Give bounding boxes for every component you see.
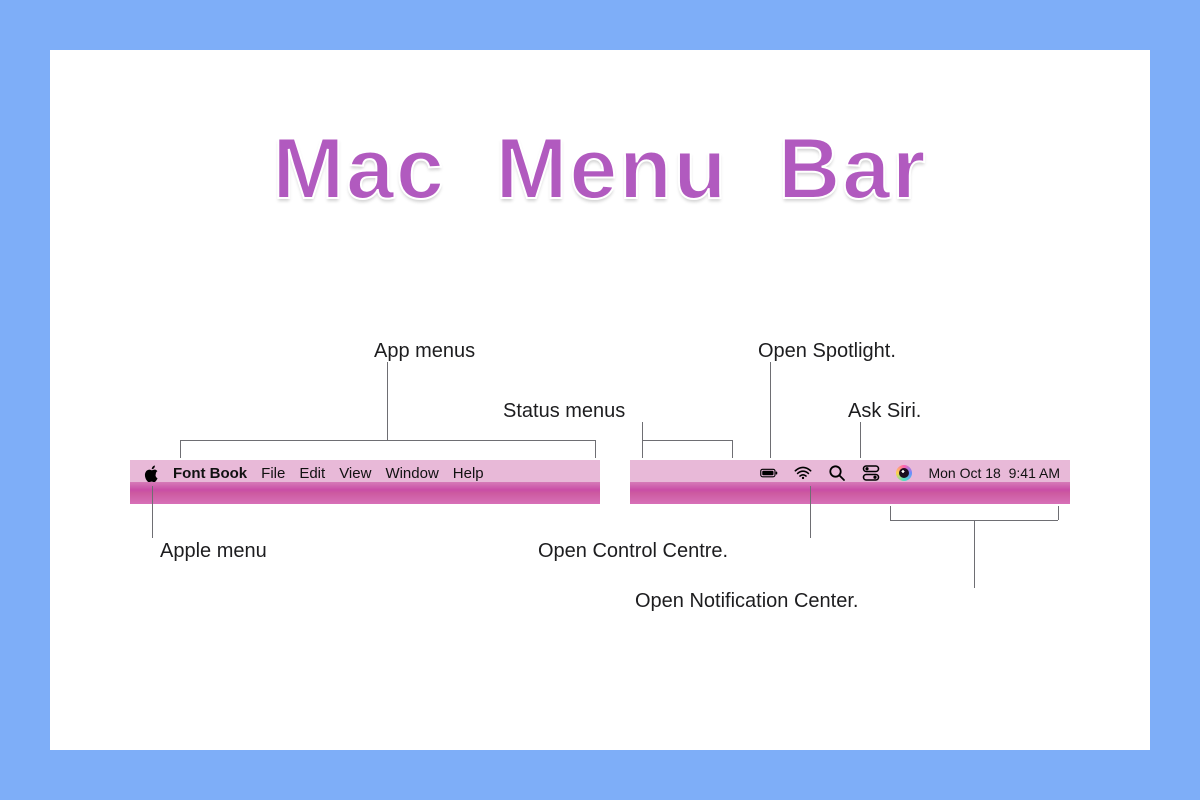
menu-window[interactable]: Window [385, 465, 438, 482]
callout-apple-menu: Apple menu [160, 540, 267, 563]
bracket-line [595, 440, 596, 458]
bracket-line [642, 440, 732, 441]
menubar-right: Mon Oct 18 9:41 AM [630, 460, 1070, 504]
siri-icon[interactable] [896, 465, 912, 481]
apple-logo-icon[interactable] [144, 465, 159, 482]
app-name-menu[interactable]: Font Book [173, 465, 247, 482]
content-card: Mac Menu Bar Font Book File Edit View Wi… [50, 50, 1150, 750]
menu-view[interactable]: View [339, 465, 371, 482]
leader-line [152, 486, 153, 538]
menubar-date: Mon Oct 18 [928, 465, 1000, 481]
page-title: Mac Menu Bar [50, 120, 1150, 219]
leader-line [860, 422, 861, 458]
bracket-line [642, 440, 643, 458]
magnifier-icon[interactable] [828, 464, 846, 482]
bracket-line [180, 440, 595, 441]
wifi-icon[interactable] [794, 464, 812, 482]
leader-line [770, 362, 771, 458]
callout-open-control-centre: Open Control Centre. [538, 540, 728, 563]
menubar-diagram: Font Book File Edit View Window Help [130, 340, 1070, 700]
callout-ask-siri: Ask Siri. [848, 400, 921, 423]
callout-status-menus: Status menus [503, 400, 625, 423]
menu-edit[interactable]: Edit [299, 465, 325, 482]
leader-line [974, 520, 975, 588]
leader-line [387, 362, 388, 440]
menubar-left: Font Book File Edit View Window Help [130, 460, 600, 504]
menu-file[interactable]: File [261, 465, 285, 482]
menubar-time: 9:41 AM [1009, 465, 1060, 481]
control-centre-icon[interactable] [862, 464, 880, 482]
bracket-line [1058, 506, 1059, 520]
battery-icon[interactable] [760, 464, 778, 482]
callout-app-menus: App menus [374, 340, 475, 363]
menu-help[interactable]: Help [453, 465, 484, 482]
bracket-line [732, 440, 733, 458]
leader-line [810, 486, 811, 538]
callout-open-spotlight: Open Spotlight. [758, 340, 896, 363]
leader-line [642, 422, 643, 440]
menubar: Font Book File Edit View Window Help [130, 460, 1070, 504]
bracket-line [890, 506, 891, 520]
menubar-clock[interactable]: Mon Oct 18 9:41 AM [928, 465, 1064, 481]
bracket-line [180, 440, 181, 458]
callout-open-notification-center: Open Notification Center. [635, 590, 858, 613]
